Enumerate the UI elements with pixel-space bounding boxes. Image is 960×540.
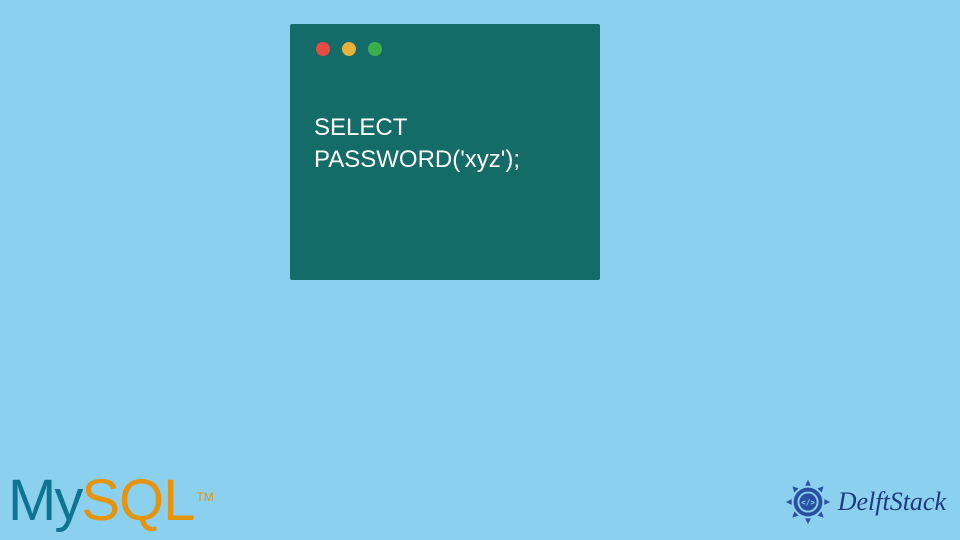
mysql-logo-sql: SQL bbox=[81, 467, 194, 534]
delftstack-text: DelftStack bbox=[838, 487, 946, 517]
code-line-2: PASSWORD('xyz'); bbox=[314, 146, 520, 173]
code-line-1: SELECT bbox=[314, 114, 407, 141]
svg-text:</>: </> bbox=[801, 498, 815, 507]
mysql-logo: MySQLTM bbox=[8, 467, 214, 534]
minimize-icon bbox=[342, 42, 356, 56]
code-content: SELECT PASSWORD('xyz'); bbox=[290, 56, 600, 177]
delftstack-badge-icon: </> bbox=[784, 478, 832, 526]
delftstack-logo: </> DelftStack bbox=[784, 478, 946, 526]
mysql-logo-tm: TM bbox=[196, 490, 213, 504]
window-traffic-lights bbox=[290, 24, 600, 56]
mysql-logo-my: My bbox=[8, 467, 81, 534]
close-icon bbox=[316, 42, 330, 56]
maximize-icon bbox=[368, 42, 382, 56]
code-window: SELECT PASSWORD('xyz'); bbox=[290, 24, 600, 280]
